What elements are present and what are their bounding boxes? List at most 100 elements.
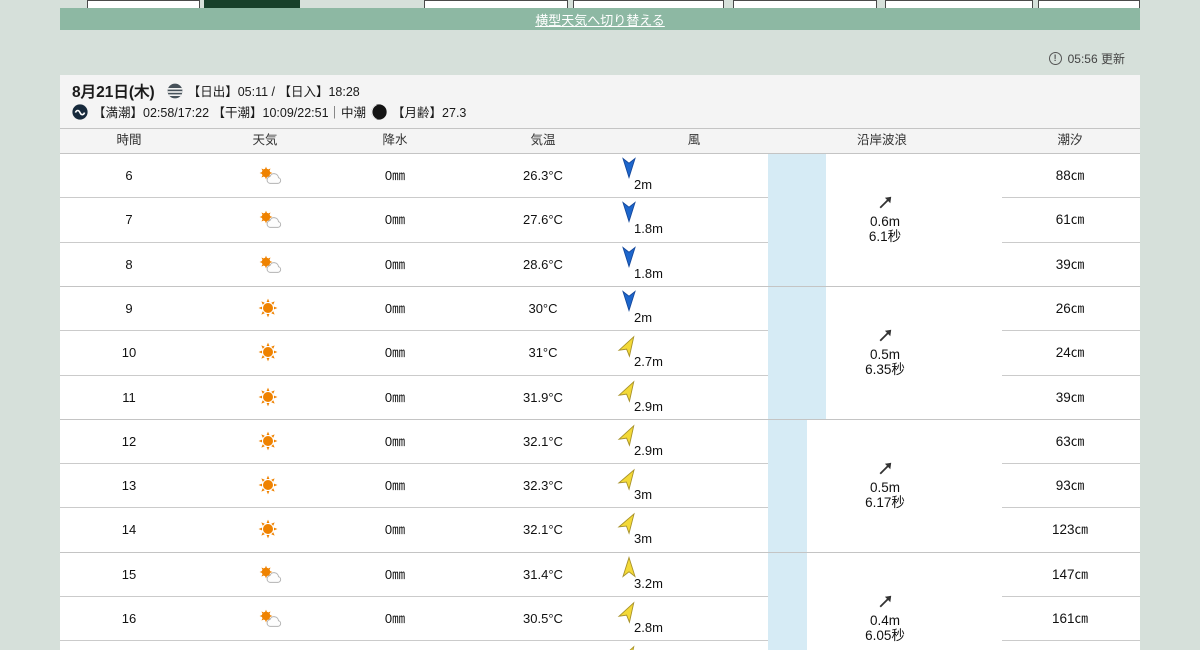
row-divider-right xyxy=(1002,463,1140,465)
hour-cell: 10 xyxy=(121,345,137,361)
tide-level: 61㎝ xyxy=(1055,212,1085,228)
update-alert-icon: ! xyxy=(1048,51,1062,65)
wind-speed: 3m xyxy=(634,487,653,503)
date-header: 8月21日(木) 【日出】05:11 / 【日入】18:28 【満潮】02:58… xyxy=(72,80,466,122)
wave-direction-icon xyxy=(877,327,894,347)
wave-period: 6.17秒 xyxy=(865,495,905,511)
wave-period: 6.1秒 xyxy=(868,229,902,245)
tide-level: 26㎝ xyxy=(1055,300,1085,316)
hour-cell: 7 xyxy=(125,212,133,228)
row-divider-right xyxy=(1002,374,1140,376)
temp-cell: 28.6°C xyxy=(523,256,563,272)
weather-icon-partly-cloudy xyxy=(257,607,283,629)
row-divider-right xyxy=(1002,330,1140,332)
row-divider-left xyxy=(60,241,768,243)
row-divider-left xyxy=(60,507,768,509)
col-header-waves: 沿岸波浪 xyxy=(856,133,907,147)
row-divider-left xyxy=(60,330,768,332)
switch-layout-link[interactable]: 横型天気へ切り替える xyxy=(535,10,665,29)
hour-cell: 11 xyxy=(122,389,136,405)
hour-cell: 8 xyxy=(125,256,133,272)
wave-period: 6.35秒 xyxy=(865,362,905,378)
weather-icon-sunny xyxy=(257,386,279,408)
temp-cell: 31.4°C xyxy=(523,566,563,582)
wind-speed: 3.2m xyxy=(634,575,663,591)
wind-speed: 2.9m xyxy=(634,442,663,458)
wave-height: 0.6m xyxy=(869,214,900,230)
wind-speed: 1.8m xyxy=(634,221,663,237)
table-top-border xyxy=(60,128,1140,129)
updated-time-label: 05:56 更新 xyxy=(1067,51,1125,66)
sun-times-label: 【日出】05:11 / 【日入】18:28 xyxy=(187,85,360,99)
hour-cell: 9 xyxy=(125,300,133,316)
col-header-time: 時間 xyxy=(116,133,142,147)
precip-cell: 0㎜ xyxy=(384,345,406,361)
row-divider-left xyxy=(60,197,768,199)
tide-level: 147㎝ xyxy=(1051,566,1089,582)
wave-height: 0.5m xyxy=(869,480,900,496)
wind-direction-icon xyxy=(620,290,638,312)
hour-cell: 16 xyxy=(121,611,137,626)
wave-height: 0.5m xyxy=(869,347,900,363)
wind-direction-icon xyxy=(620,201,638,224)
temp-cell: 31°C xyxy=(528,345,558,361)
wave-period: 6.05秒 xyxy=(865,628,905,644)
hour-cell: 14 xyxy=(121,522,137,538)
wind-speed: 2m xyxy=(634,177,653,192)
precip-cell: 0㎜ xyxy=(384,212,406,228)
wind-speed: 2.8m xyxy=(634,620,663,635)
forecast-panel: 8月21日(木) 【日出】05:11 / 【日入】18:28 【満潮】02:58… xyxy=(60,75,1140,650)
wind-speed: 2.7m xyxy=(634,354,663,370)
temp-cell: 26.3°C xyxy=(523,168,563,183)
marine-weather-page: { "toolbar": { "switch_link": "横型天気へ切り替え… xyxy=(0,0,1200,650)
switch-layout-bar: 横型天気へ切り替える xyxy=(60,8,1140,30)
precip-cell: 0㎜ xyxy=(384,522,406,538)
weather-icon-sunny xyxy=(257,474,279,496)
precip-cell: 0㎜ xyxy=(384,611,406,626)
temp-cell: 30°C xyxy=(528,300,558,316)
temp-cell: 27.6°C xyxy=(523,212,563,228)
wind-speed: 3m xyxy=(634,531,653,547)
tide-level: 39㎝ xyxy=(1055,256,1085,272)
wind-direction-icon xyxy=(617,600,638,624)
temp-cell: 32.3°C xyxy=(523,478,563,494)
tide-times-label: 【満潮】02:58/17:22 【干潮】10:09/22:51｜中潮 xyxy=(93,106,367,120)
row-divider-right xyxy=(1002,640,1140,642)
row-divider-left xyxy=(60,374,768,376)
precip-cell: 0㎜ xyxy=(384,168,406,183)
precip-cell: 0㎜ xyxy=(384,478,406,494)
top-tabs-strip xyxy=(0,0,1200,8)
wave-cell: 0.5m 6.17秒 xyxy=(768,419,1002,552)
wave-cell: 0.6m 6.1秒 xyxy=(768,153,1002,286)
wind-direction-icon xyxy=(617,379,638,403)
precip-cell: 0㎜ xyxy=(384,433,406,449)
hourly-forecast-table: 時間 天気 降水 気温 風 沿岸波浪 潮汐 6 0㎜ 26.3°C 2m 88㎝ 7 0㎜ 27.6°C… xyxy=(60,128,1140,650)
col-header-weather: 天気 xyxy=(252,133,278,147)
tide-wave-icon xyxy=(72,103,88,120)
tide-level: 93㎝ xyxy=(1055,478,1085,494)
hour-cell: 13 xyxy=(121,478,137,494)
col-header-tide: 潮汐 xyxy=(1057,133,1083,147)
row-divider-right xyxy=(1002,507,1140,509)
nav-tab-stub[interactable] xyxy=(885,0,1033,8)
nav-tab-stub[interactable] xyxy=(733,0,877,8)
tide-level: 88㎝ xyxy=(1055,168,1085,183)
weather-icon-sunny xyxy=(257,430,279,452)
wave-direction-icon xyxy=(877,460,894,480)
nav-tab-stub-active[interactable] xyxy=(204,0,300,8)
weather-icon-partly-cloudy xyxy=(257,208,283,230)
wind-direction-icon xyxy=(620,245,638,268)
wind-direction-icon xyxy=(617,334,638,358)
row-divider-left xyxy=(60,463,768,465)
tide-level: 24㎝ xyxy=(1055,345,1085,361)
nav-tab-stub[interactable] xyxy=(573,0,724,8)
wave-cell: 0.4m 6.05秒 xyxy=(768,552,1002,650)
weather-icon-sunny xyxy=(257,341,279,363)
nav-tab-stub[interactable] xyxy=(424,0,568,8)
temp-cell: 32.1°C xyxy=(523,433,563,449)
wind-speed: 2.9m xyxy=(634,398,663,414)
nav-tab-stub[interactable] xyxy=(1038,0,1140,8)
nav-tab-stub[interactable] xyxy=(87,0,200,8)
precip-cell: 0㎜ xyxy=(384,256,406,272)
weather-icon-partly-cloudy xyxy=(257,164,283,186)
